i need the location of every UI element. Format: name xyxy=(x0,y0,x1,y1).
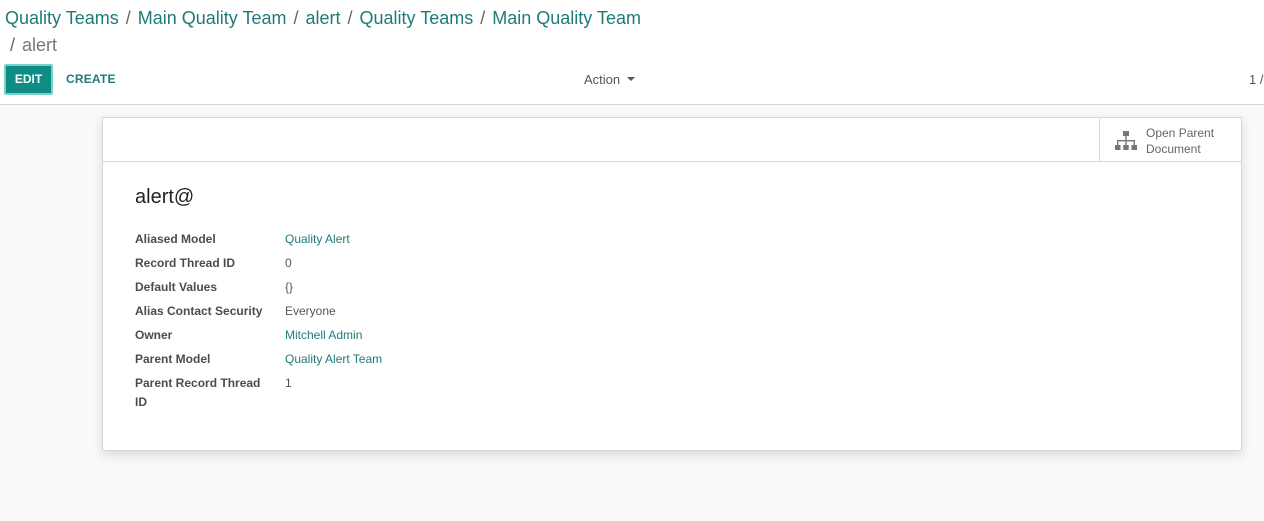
field-row-parent-record-thread-id: Parent Record Thread ID 1 xyxy=(135,374,835,414)
field-group: Aliased Model Quality Alert Record Threa… xyxy=(135,230,835,414)
field-label: Owner xyxy=(135,328,173,342)
record-title: alert@ xyxy=(135,186,195,208)
field-row-alias-contact-security: Alias Contact Security Everyone xyxy=(135,302,835,326)
breadcrumb: Quality Teams / Main Quality Team / alert / Qu… xyxy=(5,5,705,59)
form-sheet: Open Parent Document alert@ Aliased Mode… xyxy=(102,117,1242,451)
action-dropdown[interactable]: Action xyxy=(584,64,636,95)
field-label: Record Thread ID xyxy=(135,256,236,270)
breadcrumb-item-main-quality-team-2[interactable]: Main Quality Team xyxy=(492,8,641,28)
field-label: Aliased Model xyxy=(135,232,216,246)
button-box: Open Parent Document xyxy=(103,118,1241,162)
breadcrumb-item-alert[interactable]: alert xyxy=(305,8,340,28)
owner-link[interactable]: Mitchell Admin xyxy=(285,326,362,345)
field-label: Parent Record Thread ID xyxy=(135,376,261,409)
parent-model-link[interactable]: Quality Alert Team xyxy=(285,350,382,369)
breadcrumb-separator: / xyxy=(125,8,131,28)
parent-record-thread-id-value: 1 xyxy=(285,376,292,390)
default-values-value: {} xyxy=(285,280,294,294)
sitemap-icon xyxy=(1115,131,1137,150)
field-row-parent-model: Parent Model Quality Alert Team xyxy=(135,350,835,374)
open-parent-line1: Open Parent xyxy=(1146,126,1215,140)
breadcrumb-item-main-quality-team[interactable]: Main Quality Team xyxy=(138,8,287,28)
open-parent-document-label: Open Parent Document xyxy=(1146,125,1236,157)
breadcrumb-item-quality-teams[interactable]: Quality Teams xyxy=(5,8,119,28)
control-panel: Quality Teams / Main Quality Team / alert / Qu… xyxy=(0,0,1264,105)
open-parent-document-button[interactable]: Open Parent Document xyxy=(1099,118,1241,162)
field-row-record-thread-id: Record Thread ID 0 xyxy=(135,254,835,278)
breadcrumb-active-alert: alert xyxy=(22,35,58,55)
create-button[interactable]: CREATE xyxy=(66,64,116,95)
breadcrumb-separator: / xyxy=(480,8,486,28)
field-label: Parent Model xyxy=(135,352,211,366)
field-row-aliased-model: Aliased Model Quality Alert xyxy=(135,230,835,254)
aliased-model-link[interactable]: Quality Alert xyxy=(285,230,350,249)
breadcrumb-separator: / xyxy=(293,8,299,28)
field-row-default-values: Default Values {} xyxy=(135,278,835,302)
breadcrumb-separator: / xyxy=(347,8,353,28)
edit-button[interactable]: EDIT xyxy=(4,64,53,95)
open-parent-line2: Document xyxy=(1146,142,1201,156)
pager[interactable]: 1 / xyxy=(1249,64,1263,95)
field-label: Default Values xyxy=(135,280,218,294)
alias-contact-security-value: Everyone xyxy=(285,304,336,318)
caret-down-icon xyxy=(627,77,636,81)
field-label: Alias Contact Security xyxy=(135,304,263,318)
breadcrumb-item-quality-teams-2[interactable]: Quality Teams xyxy=(360,8,474,28)
action-label: Action xyxy=(584,72,621,87)
record-thread-id-value: 0 xyxy=(285,256,292,270)
field-row-owner: Owner Mitchell Admin xyxy=(135,326,835,350)
breadcrumb-separator: / xyxy=(10,35,16,55)
